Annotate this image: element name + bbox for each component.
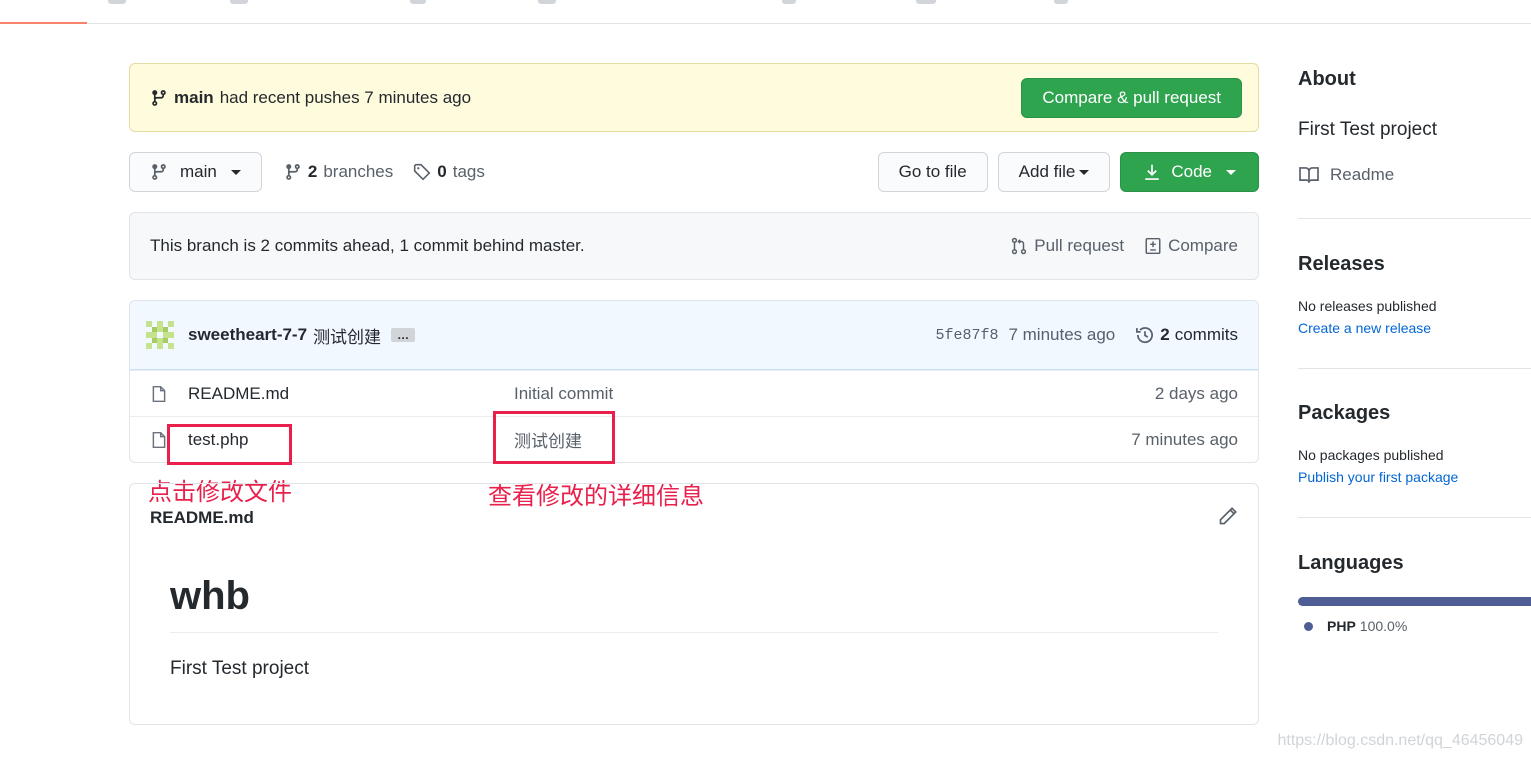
branch-comparison-actions: Pull request Compare (1010, 236, 1238, 256)
packages-none-text: No packages published (1298, 447, 1444, 463)
expand-commit-button[interactable]: … (391, 328, 416, 342)
commits-count: 2 (1160, 325, 1170, 344)
commit-age[interactable]: 7 minutes ago (1008, 325, 1115, 345)
avatar[interactable] (146, 321, 174, 349)
branches-count: 2 (307, 162, 318, 181)
commit-author[interactable]: sweetheart-7-7 (188, 325, 307, 345)
compare-link[interactable]: Compare (1144, 236, 1238, 256)
chevron-down-icon (1226, 169, 1236, 175)
pull-request-icon (1012, 237, 1027, 255)
file-commit-message[interactable]: Initial commit (514, 384, 1155, 404)
code-button[interactable]: Code (1120, 152, 1259, 192)
pull-request-link[interactable]: Pull request (1010, 236, 1124, 256)
diff-icon (1145, 237, 1161, 255)
tags-link[interactable]: 0 tags (413, 162, 485, 182)
language-color-dot (1304, 621, 1313, 631)
readme-title: README.md (150, 508, 254, 527)
branch-icon (152, 164, 166, 180)
language-item[interactable]: PHP 100.0% (1304, 618, 1531, 634)
file-row[interactable]: README.md Initial commit 2 days ago (130, 370, 1258, 416)
language-percent: 100.0% (1359, 618, 1408, 634)
file-list: sweetheart-7-7 测试创建 … 5fe87f8 7 minutes … (129, 300, 1259, 463)
create-release-link[interactable]: Create a new release (1298, 320, 1531, 336)
tags-label: tags (452, 162, 485, 181)
language-name: PHP (1327, 618, 1356, 634)
releases-title[interactable]: Releases (1298, 253, 1531, 276)
annotation-box-message (493, 411, 615, 464)
readme-link[interactable]: Readme (1298, 165, 1531, 218)
languages-title: Languages (1298, 552, 1404, 574)
packages-title[interactable]: Packages (1298, 402, 1531, 425)
active-tab-underline (0, 22, 87, 24)
branch-selector[interactable]: main (129, 152, 262, 192)
chevron-down-icon (230, 169, 241, 175)
about-description: First Test project (1298, 119, 1438, 140)
watermark: https://blog.csdn.net/qq_46456049 (1277, 732, 1523, 749)
readme-heading: whb (170, 574, 250, 618)
branch-tag-counts: 2 branches 0 tags (284, 162, 485, 182)
branches-link[interactable]: 2 branches (284, 162, 393, 182)
nav-tab-icon[interactable] (410, 0, 426, 4)
nav-tab-icon[interactable] (538, 0, 556, 4)
about-section: About First Test project Readme (1298, 68, 1531, 219)
releases-none-text: No releases published (1298, 298, 1437, 314)
tags-count: 0 (437, 162, 447, 181)
branch-comparison-bar: This branch is 2 commits ahead, 1 commit… (129, 212, 1259, 280)
branch-icon (152, 89, 166, 106)
languages-section: Languages PHP 100.0% (1298, 518, 1531, 634)
branches-label: branches (323, 162, 394, 181)
compare-label: Compare (1168, 236, 1238, 255)
repo-nav (0, 0, 1531, 24)
nav-tab-icon[interactable] (1054, 0, 1068, 4)
packages-section: Packages No packages published Publish y… (1298, 369, 1531, 518)
add-file-label: Add file (1018, 162, 1076, 181)
branch-icon (286, 164, 300, 180)
commit-sha[interactable]: 5fe87f8 (935, 327, 998, 344)
book-icon (1299, 167, 1319, 183)
download-icon (1145, 164, 1160, 180)
readme-link-label: Readme (1330, 165, 1395, 184)
file-age: 7 minutes ago (1131, 429, 1238, 449)
history-icon (1136, 327, 1154, 344)
chevron-down-icon (1079, 169, 1090, 175)
nav-tab-icon[interactable] (108, 0, 126, 4)
commit-message[interactable]: 测试创建 (313, 323, 381, 348)
releases-section: Releases No releases published Create a … (1298, 219, 1531, 369)
readme-body: First Test project (170, 658, 310, 679)
readme-heading-rule (170, 632, 1218, 633)
pushed-branch-name[interactable]: main (174, 88, 214, 108)
toolbar-actions: Go to file Add file Code (877, 152, 1259, 192)
pull-request-label: Pull request (1034, 236, 1125, 255)
file-icon (152, 431, 166, 448)
add-file-button[interactable]: Add file (997, 152, 1111, 192)
recent-push-message: main had recent pushes 7 minutes ago (150, 88, 1021, 108)
recent-push-banner: main had recent pushes 7 minutes ago Com… (129, 63, 1259, 132)
nav-tab-icon[interactable] (230, 0, 248, 4)
about-title: About (1298, 68, 1356, 90)
latest-commit-row: sweetheart-7-7 测试创建 … 5fe87f8 7 minutes … (130, 301, 1258, 370)
repo-sidebar: About First Test project Readme Releases… (1298, 60, 1531, 634)
commit-meta: 5fe87f8 7 minutes ago 2 commits (935, 325, 1238, 345)
file-icon (152, 385, 166, 402)
repo-toolbar: main 2 branches 0 tags Go to file Add fi… (129, 152, 1259, 192)
file-age: 2 days ago (1154, 383, 1238, 403)
commits-history-link[interactable]: 2 commits (1135, 325, 1238, 345)
compare-pull-request-button[interactable]: Compare & pull request (1021, 77, 1242, 118)
language-bar (1298, 597, 1531, 606)
branch-selector-label: main (180, 162, 217, 181)
nav-tab-icon[interactable] (916, 0, 936, 4)
commits-label: commits (1174, 325, 1238, 344)
file-row[interactable]: test.php 测试创建 7 minutes ago (130, 416, 1258, 462)
tag-icon (414, 163, 431, 181)
readme-panel: README.md whb First Test project (129, 483, 1259, 725)
go-to-file-button[interactable]: Go to file (877, 152, 988, 192)
annotation-box-file (167, 424, 292, 465)
file-name-link[interactable]: README.md (188, 384, 514, 404)
code-label: Code (1171, 162, 1212, 181)
publish-package-link[interactable]: Publish your first package (1298, 469, 1531, 485)
branch-comparison-text: This branch is 2 commits ahead, 1 commit… (150, 236, 585, 255)
pencil-icon[interactable] (1218, 506, 1238, 526)
recent-push-text: had recent pushes 7 minutes ago (219, 87, 472, 107)
nav-tab-icon[interactable] (782, 0, 796, 4)
